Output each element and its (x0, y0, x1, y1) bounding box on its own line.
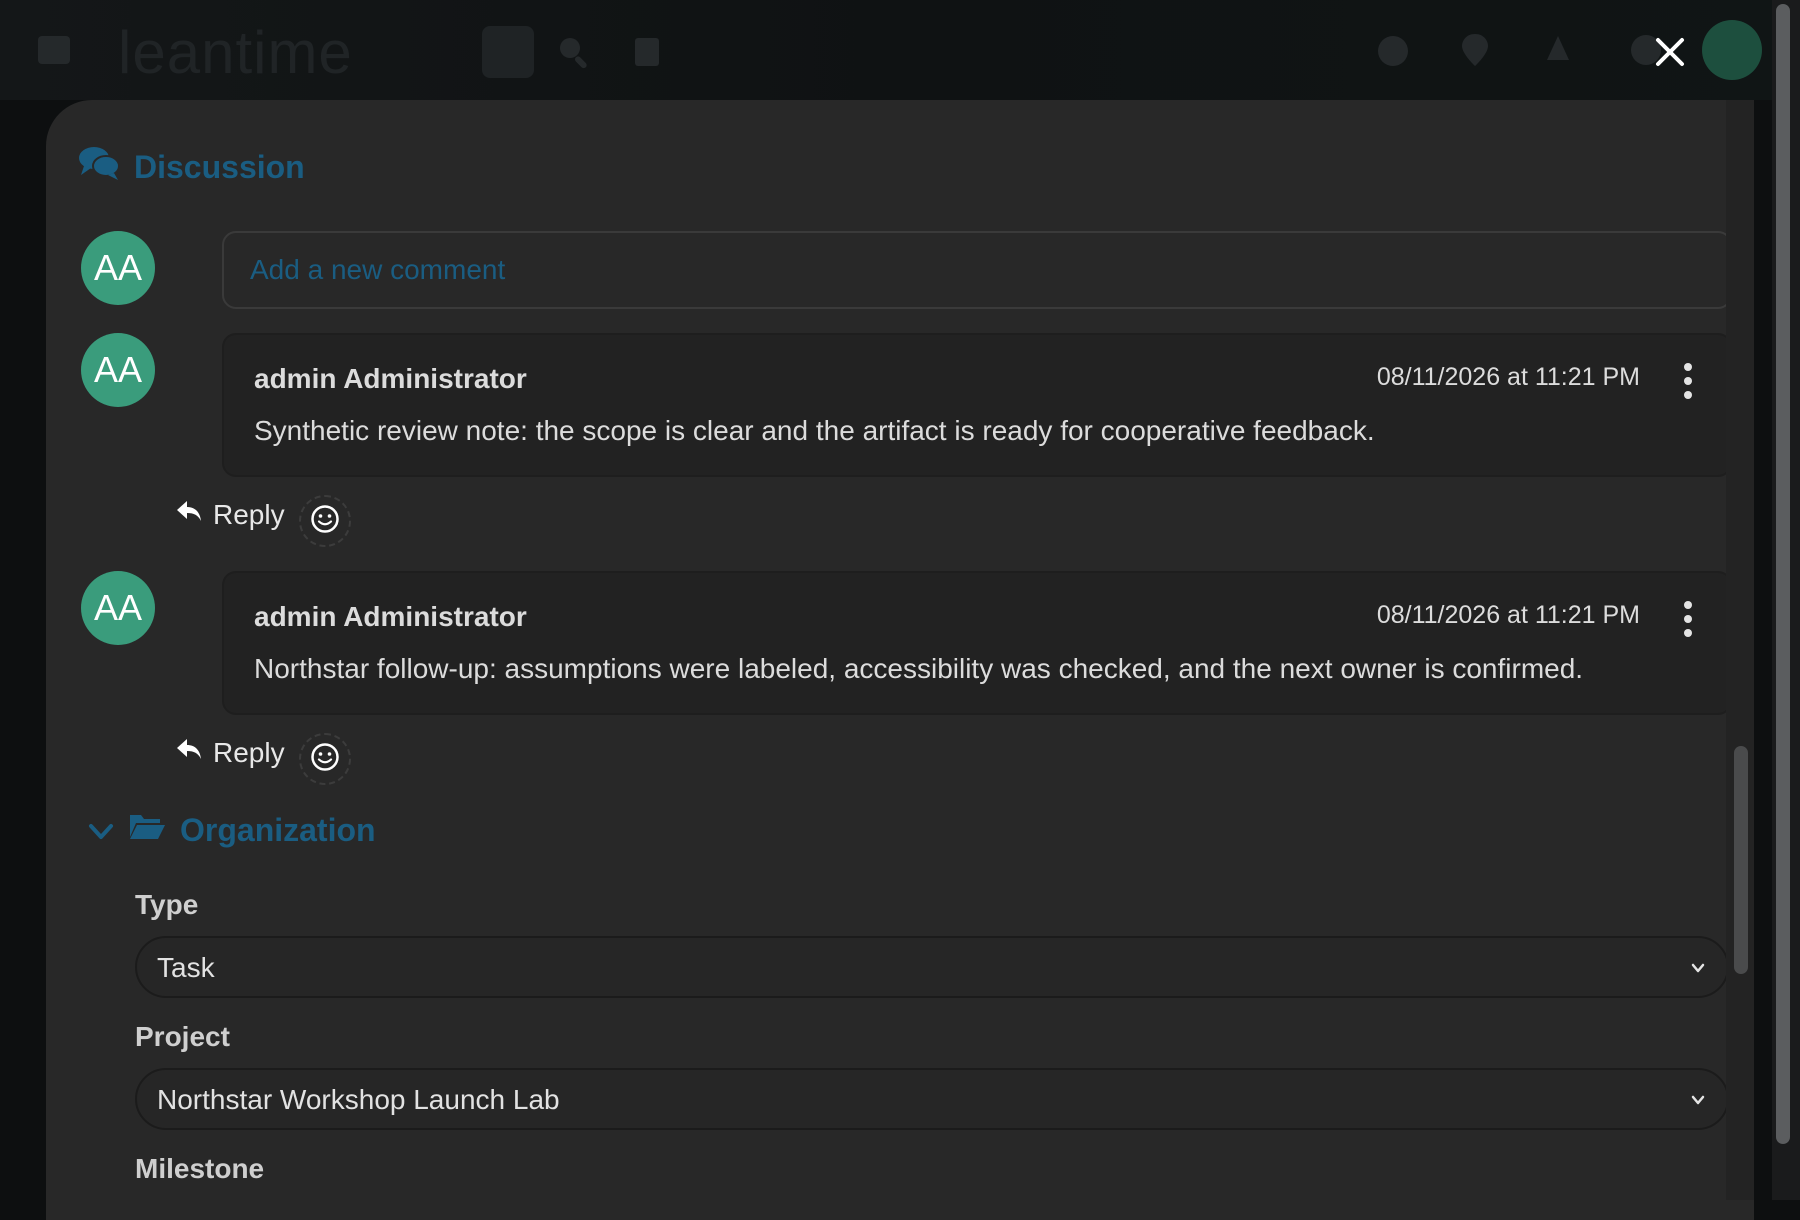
close-icon[interactable] (1652, 34, 1688, 70)
menu-icon (36, 32, 72, 74)
modal-scrollbar-track[interactable] (1726, 100, 1754, 1200)
notification-icon (1543, 34, 1573, 74)
milestone-label: Milestone (135, 1153, 265, 1184)
comment-menu-icon[interactable] (1682, 601, 1694, 637)
project-label: Project (135, 1021, 230, 1052)
reply-label: Reply (213, 498, 285, 530)
search-icon (556, 34, 592, 76)
user-avatar-dim (1702, 20, 1762, 80)
comment-date: 08/11/2026 at 11:21 PM (1376, 601, 1640, 629)
type-label: Type (135, 889, 199, 920)
reply-button[interactable]: Reply (175, 736, 285, 769)
avatar: AA (81, 571, 155, 645)
new-comment-input[interactable] (222, 231, 1732, 309)
type-select[interactable]: Task (135, 936, 1729, 998)
avatar: AA (81, 333, 155, 407)
modal-scrollbar-thumb[interactable] (1734, 746, 1748, 974)
chevron-down-icon (88, 812, 114, 849)
avatar: AA (81, 231, 155, 305)
chevron-down-icon (1691, 960, 1705, 978)
reply-icon (175, 498, 203, 531)
app-header: leantime (0, 0, 1800, 100)
play-icon (1376, 34, 1410, 74)
ticket-modal: Discussion AA AA admin Administrator 08/… (46, 100, 1754, 1220)
comment-date: 08/11/2026 at 11:21 PM (1376, 363, 1640, 391)
smiley-icon (310, 504, 340, 539)
comment-author: admin Administrator (254, 363, 527, 394)
comment-menu-icon[interactable] (1682, 363, 1694, 399)
project-value: Northstar Workshop Launch Lab (157, 1084, 560, 1115)
emoji-reaction-button[interactable] (299, 733, 351, 785)
comment-text: Synthetic review note: the scope is clea… (254, 415, 1375, 446)
app-logo: leantime (118, 19, 353, 86)
comment-card: admin Administrator 08/11/2026 at 11:21 … (222, 333, 1732, 477)
discussion-heading: Discussion (78, 144, 305, 190)
reply-icon (175, 736, 203, 769)
comment-text: Northstar follow-up: assumptions were la… (254, 653, 1584, 684)
comment-card: admin Administrator 08/11/2026 at 11:21 … (222, 571, 1732, 715)
reply-label: Reply (213, 736, 285, 768)
toolbar-block-icon (480, 24, 536, 86)
type-value: Task (157, 952, 215, 983)
reply-button[interactable]: Reply (175, 498, 285, 531)
project-select[interactable]: Northstar Workshop Launch Lab (135, 1068, 1729, 1130)
organization-toggle[interactable]: Organization (88, 811, 376, 849)
organization-title: Organization (180, 811, 376, 848)
comment-author: admin Administrator (254, 601, 527, 632)
chevron-down-icon (1691, 1092, 1705, 1110)
pin-icon (1460, 32, 1490, 74)
emoji-reaction-button[interactable] (299, 495, 351, 547)
comments-icon (78, 144, 120, 190)
folder-open-icon (128, 811, 166, 849)
page-scrollbar-thumb[interactable] (1776, 4, 1790, 1144)
discussion-title: Discussion (134, 148, 305, 185)
smiley-icon (310, 742, 340, 777)
trash-icon (632, 32, 662, 74)
